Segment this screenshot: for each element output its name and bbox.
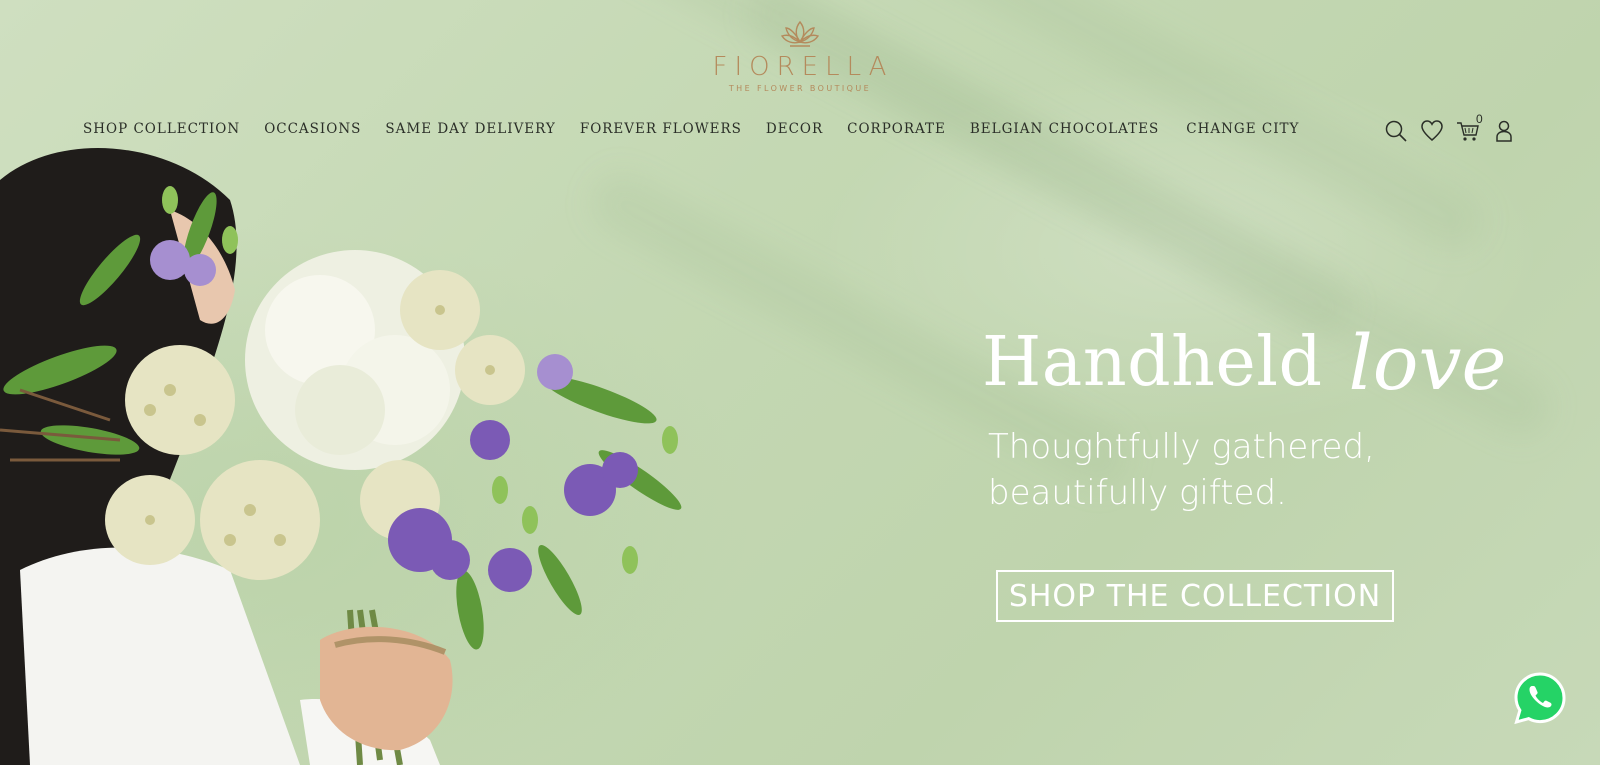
search-button[interactable] (1384, 118, 1408, 144)
nav-item-belgian-chocolates[interactable]: BELGIAN CHOCOLATES (970, 121, 1159, 137)
nav-item-occasions[interactable]: OCCASIONS (264, 121, 361, 137)
brand-logo[interactable]: FIORELLA THE FLOWER BOUTIQUE (680, 18, 920, 93)
hero-bouquet-image (0, 148, 682, 765)
hero-subheadline: Thoughtfully gathered, beautifully gifte… (988, 424, 1375, 516)
nav-item-change-city[interactable]: CHANGE CITY (1186, 121, 1299, 137)
whatsapp-icon (1514, 672, 1566, 725)
hero-headline-script: love (1348, 318, 1507, 407)
shop-collection-button[interactable]: SHOP THE COLLECTION (996, 570, 1394, 622)
brand-name: FIORELLA (712, 52, 894, 82)
heart-icon (1421, 120, 1443, 141)
whatsapp-button[interactable] (1512, 670, 1568, 726)
hero-subline-2: beautifully gifted. (988, 473, 1287, 513)
main-nav: SHOP COLLECTION OCCASIONS SAME DAY DELIV… (83, 121, 1299, 137)
account-button[interactable] (1492, 118, 1516, 144)
user-icon (1496, 120, 1512, 142)
search-icon (1385, 120, 1407, 142)
nav-item-same-day-delivery[interactable]: SAME DAY DELIVERY (385, 121, 555, 137)
cart-button[interactable]: 0 (1456, 112, 1483, 144)
lotus-logo-icon (780, 20, 820, 47)
wishlist-button[interactable] (1420, 118, 1444, 144)
nav-item-corporate[interactable]: CORPORATE (847, 121, 946, 137)
hero-headline-main: Handheld (982, 323, 1323, 402)
brand-tagline: THE FLOWER BOUTIQUE (728, 84, 872, 93)
hero-subline-1: Thoughtfully gathered, (988, 427, 1375, 467)
hero-banner: FIORELLA THE FLOWER BOUTIQUE SHOP COLLEC… (0, 0, 1600, 765)
header-icons: 0 (1384, 112, 1528, 144)
nav-item-decor[interactable]: DECOR (766, 121, 823, 137)
hero-headline: Handheld love (982, 318, 1506, 407)
cart-count-badge: 0 (1476, 112, 1483, 126)
nav-item-forever-flowers[interactable]: FOREVER FLOWERS (580, 121, 742, 137)
nav-item-shop-collection[interactable]: SHOP COLLECTION (83, 121, 240, 137)
